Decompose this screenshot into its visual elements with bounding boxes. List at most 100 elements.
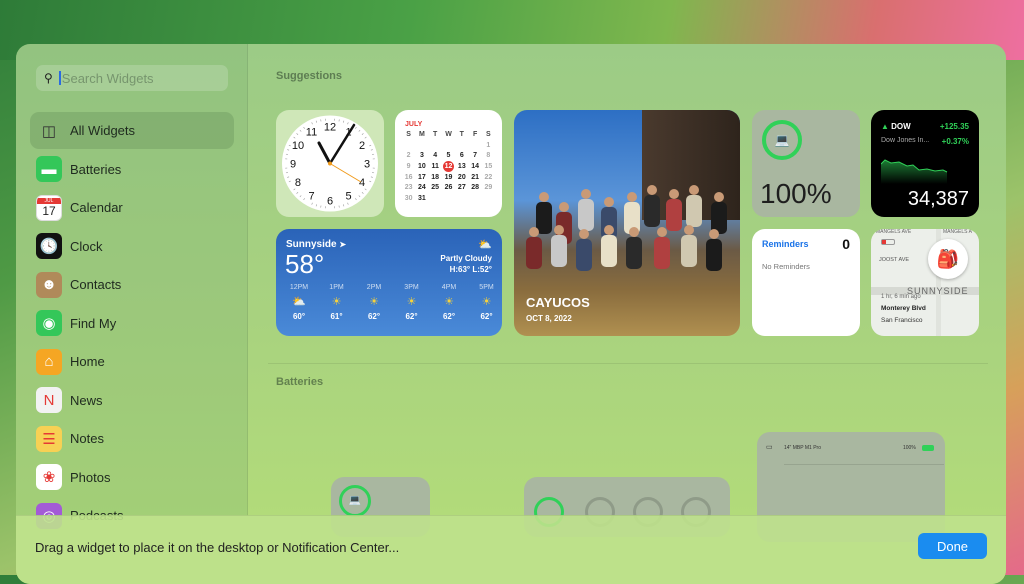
sidebar-item-contacts[interactable]: ☻Contacts: [30, 266, 234, 303]
calendar-day[interactable]: 3: [415, 151, 428, 162]
reminders-empty: No Reminders: [762, 262, 810, 271]
all-widgets-icon: ◫: [36, 118, 62, 144]
sidebar-item-label: Home: [70, 354, 105, 369]
clock-number: 12: [324, 122, 336, 134]
calendar-day[interactable]: [429, 193, 442, 204]
sidebar-item-photos[interactable]: ❀Photos: [30, 459, 234, 496]
sidebar-item-find-my[interactable]: ◉ Find My: [30, 305, 234, 342]
calendar-day[interactable]: 28: [468, 183, 481, 194]
street-label: MANGELS A: [943, 229, 972, 235]
calendar-day[interactable]: [455, 193, 468, 204]
calendar-day[interactable]: 22: [482, 172, 495, 183]
search-input[interactable]: [62, 71, 212, 86]
calendar-day[interactable]: 20: [455, 172, 468, 183]
sidebar-item-batteries[interactable]: ▬Batteries: [30, 151, 234, 188]
sidebar-item-label: Clock: [70, 239, 103, 254]
calendar-day[interactable]: 18: [429, 172, 442, 183]
clock-widget[interactable]: 121234567891011: [276, 110, 384, 217]
calendar-day[interactable]: 29: [482, 183, 495, 194]
sidebar-item-clock[interactable]: 🕓 Clock: [30, 228, 234, 265]
device-name: 14" MBP M1 Pro: [784, 445, 821, 451]
find-my-icon: ◉: [36, 310, 62, 336]
calendar-day[interactable]: 27: [455, 183, 468, 194]
weather-condition: Partly Cloudy: [440, 254, 492, 263]
calendar-day[interactable]: 30: [402, 193, 415, 204]
hourly-forecast: 5PM☀62°: [472, 284, 502, 321]
weekday-label: F: [468, 129, 481, 140]
hourly-forecast: 1PM☀61°: [322, 284, 352, 321]
calendar-day[interactable]: 25: [429, 183, 442, 194]
sidebar-item-label: Find My: [70, 316, 116, 331]
weather-widget[interactable]: Sunnyside ➤ 58° ⛅ Partly CloudyH:63° L:5…: [276, 229, 502, 336]
sidebar-item-calendar[interactable]: JUL17Calendar: [30, 189, 234, 226]
calendar-day[interactable]: [455, 140, 468, 151]
calendar-grid: SMTWTFS123456789101112131415161718192021…: [402, 129, 495, 204]
stocks-widget[interactable]: ▲ DOW +125.35 Dow Jones In... +0.37% 34,…: [871, 110, 979, 217]
calendar-day[interactable]: [482, 193, 495, 204]
calendar-day[interactable]: 9: [402, 161, 415, 172]
calendar-day[interactable]: [442, 193, 455, 204]
calendar-day[interactable]: 11: [429, 161, 442, 172]
calendar-day[interactable]: 31: [415, 193, 428, 204]
calendar-widget[interactable]: JULY SMTWTFS1234567891011121314151617181…: [395, 110, 502, 217]
calendar-day[interactable]: [468, 140, 481, 151]
sidebar-item-home[interactable]: ⌂Home: [30, 343, 234, 380]
battery-widget[interactable]: 💻 100%: [752, 110, 860, 217]
calendar-day[interactable]: [429, 140, 442, 151]
photo-widget[interactable]: CAYUCOS OCT 8, 2022: [514, 110, 740, 336]
calendar-day[interactable]: 8: [482, 151, 495, 162]
sun-icon: ☀: [322, 295, 352, 308]
photos-icon: ❀: [36, 464, 62, 490]
stock-price: 34,387: [908, 188, 969, 211]
clock-number: 3: [364, 159, 370, 171]
calendar-day[interactable]: 13: [455, 161, 468, 172]
calendar-day[interactable]: 10: [415, 161, 428, 172]
calendar-day[interactable]: [402, 140, 415, 151]
hour-temp: 60°: [284, 312, 314, 321]
text-cursor: [59, 71, 61, 85]
hour-time: 1PM: [322, 284, 352, 291]
reminders-widget[interactable]: Reminders 0 No Reminders: [752, 229, 860, 336]
calendar-day[interactable]: [442, 140, 455, 151]
calendar-day[interactable]: 14: [468, 161, 481, 172]
calendar-day[interactable]: 19: [442, 172, 455, 183]
calendar-day[interactable]: 17: [415, 172, 428, 183]
photo-person: [681, 225, 697, 267]
findmy-widget[interactable]: MANGELS AVE MANGELS A JOOST AVE 🎒 SUNNYS…: [871, 229, 979, 336]
calendar-day[interactable]: 23: [402, 183, 415, 194]
weather-hilo: H:63° L:52°: [440, 265, 492, 274]
done-button[interactable]: Done: [918, 533, 987, 559]
street-label: MANGELS AVE: [876, 229, 911, 235]
clock-icon: 🕓: [36, 233, 62, 259]
backpack-icon: 🎒: [928, 239, 968, 279]
sidebar-item-label: News: [70, 393, 103, 408]
sidebar-item-all-widgets[interactable]: ◫All Widgets: [30, 112, 234, 149]
calendar-day[interactable]: 1: [482, 140, 495, 151]
hour-temp: 62°: [434, 312, 464, 321]
search-icon: ⚲: [44, 71, 53, 85]
calendar-day[interactable]: 26: [442, 183, 455, 194]
weekday-label: W: [442, 129, 455, 140]
calendar-day[interactable]: 6: [455, 151, 468, 162]
hour-time: 3PM: [397, 284, 427, 291]
calendar-day[interactable]: 12: [442, 161, 455, 172]
battery-percent: 100%: [760, 178, 832, 210]
news-icon: N: [36, 387, 62, 413]
calendar-day[interactable]: 16: [402, 172, 415, 183]
calendar-day[interactable]: 15: [482, 161, 495, 172]
search-field[interactable]: ⚲: [36, 65, 228, 91]
laptop-icon: 💻: [339, 485, 371, 517]
section-suggestions: Suggestions: [276, 70, 342, 82]
sidebar-item-notes[interactable]: ☰Notes: [30, 420, 234, 457]
hour-time: 4PM: [434, 284, 464, 291]
calendar-day[interactable]: 4: [429, 151, 442, 162]
calendar-day[interactable]: 21: [468, 172, 481, 183]
calendar-day[interactable]: 7: [468, 151, 481, 162]
calendar-day[interactable]: 2: [402, 151, 415, 162]
calendar-day[interactable]: 24: [415, 183, 428, 194]
calendar-day[interactable]: [468, 193, 481, 204]
calendar-day[interactable]: 5: [442, 151, 455, 162]
sidebar: ⚲ ◫All Widgets▬BatteriesJUL17Calendar 🕓 Cl…: [16, 44, 248, 516]
calendar-day[interactable]: [415, 140, 428, 151]
sidebar-item-news[interactable]: N News: [30, 382, 234, 419]
